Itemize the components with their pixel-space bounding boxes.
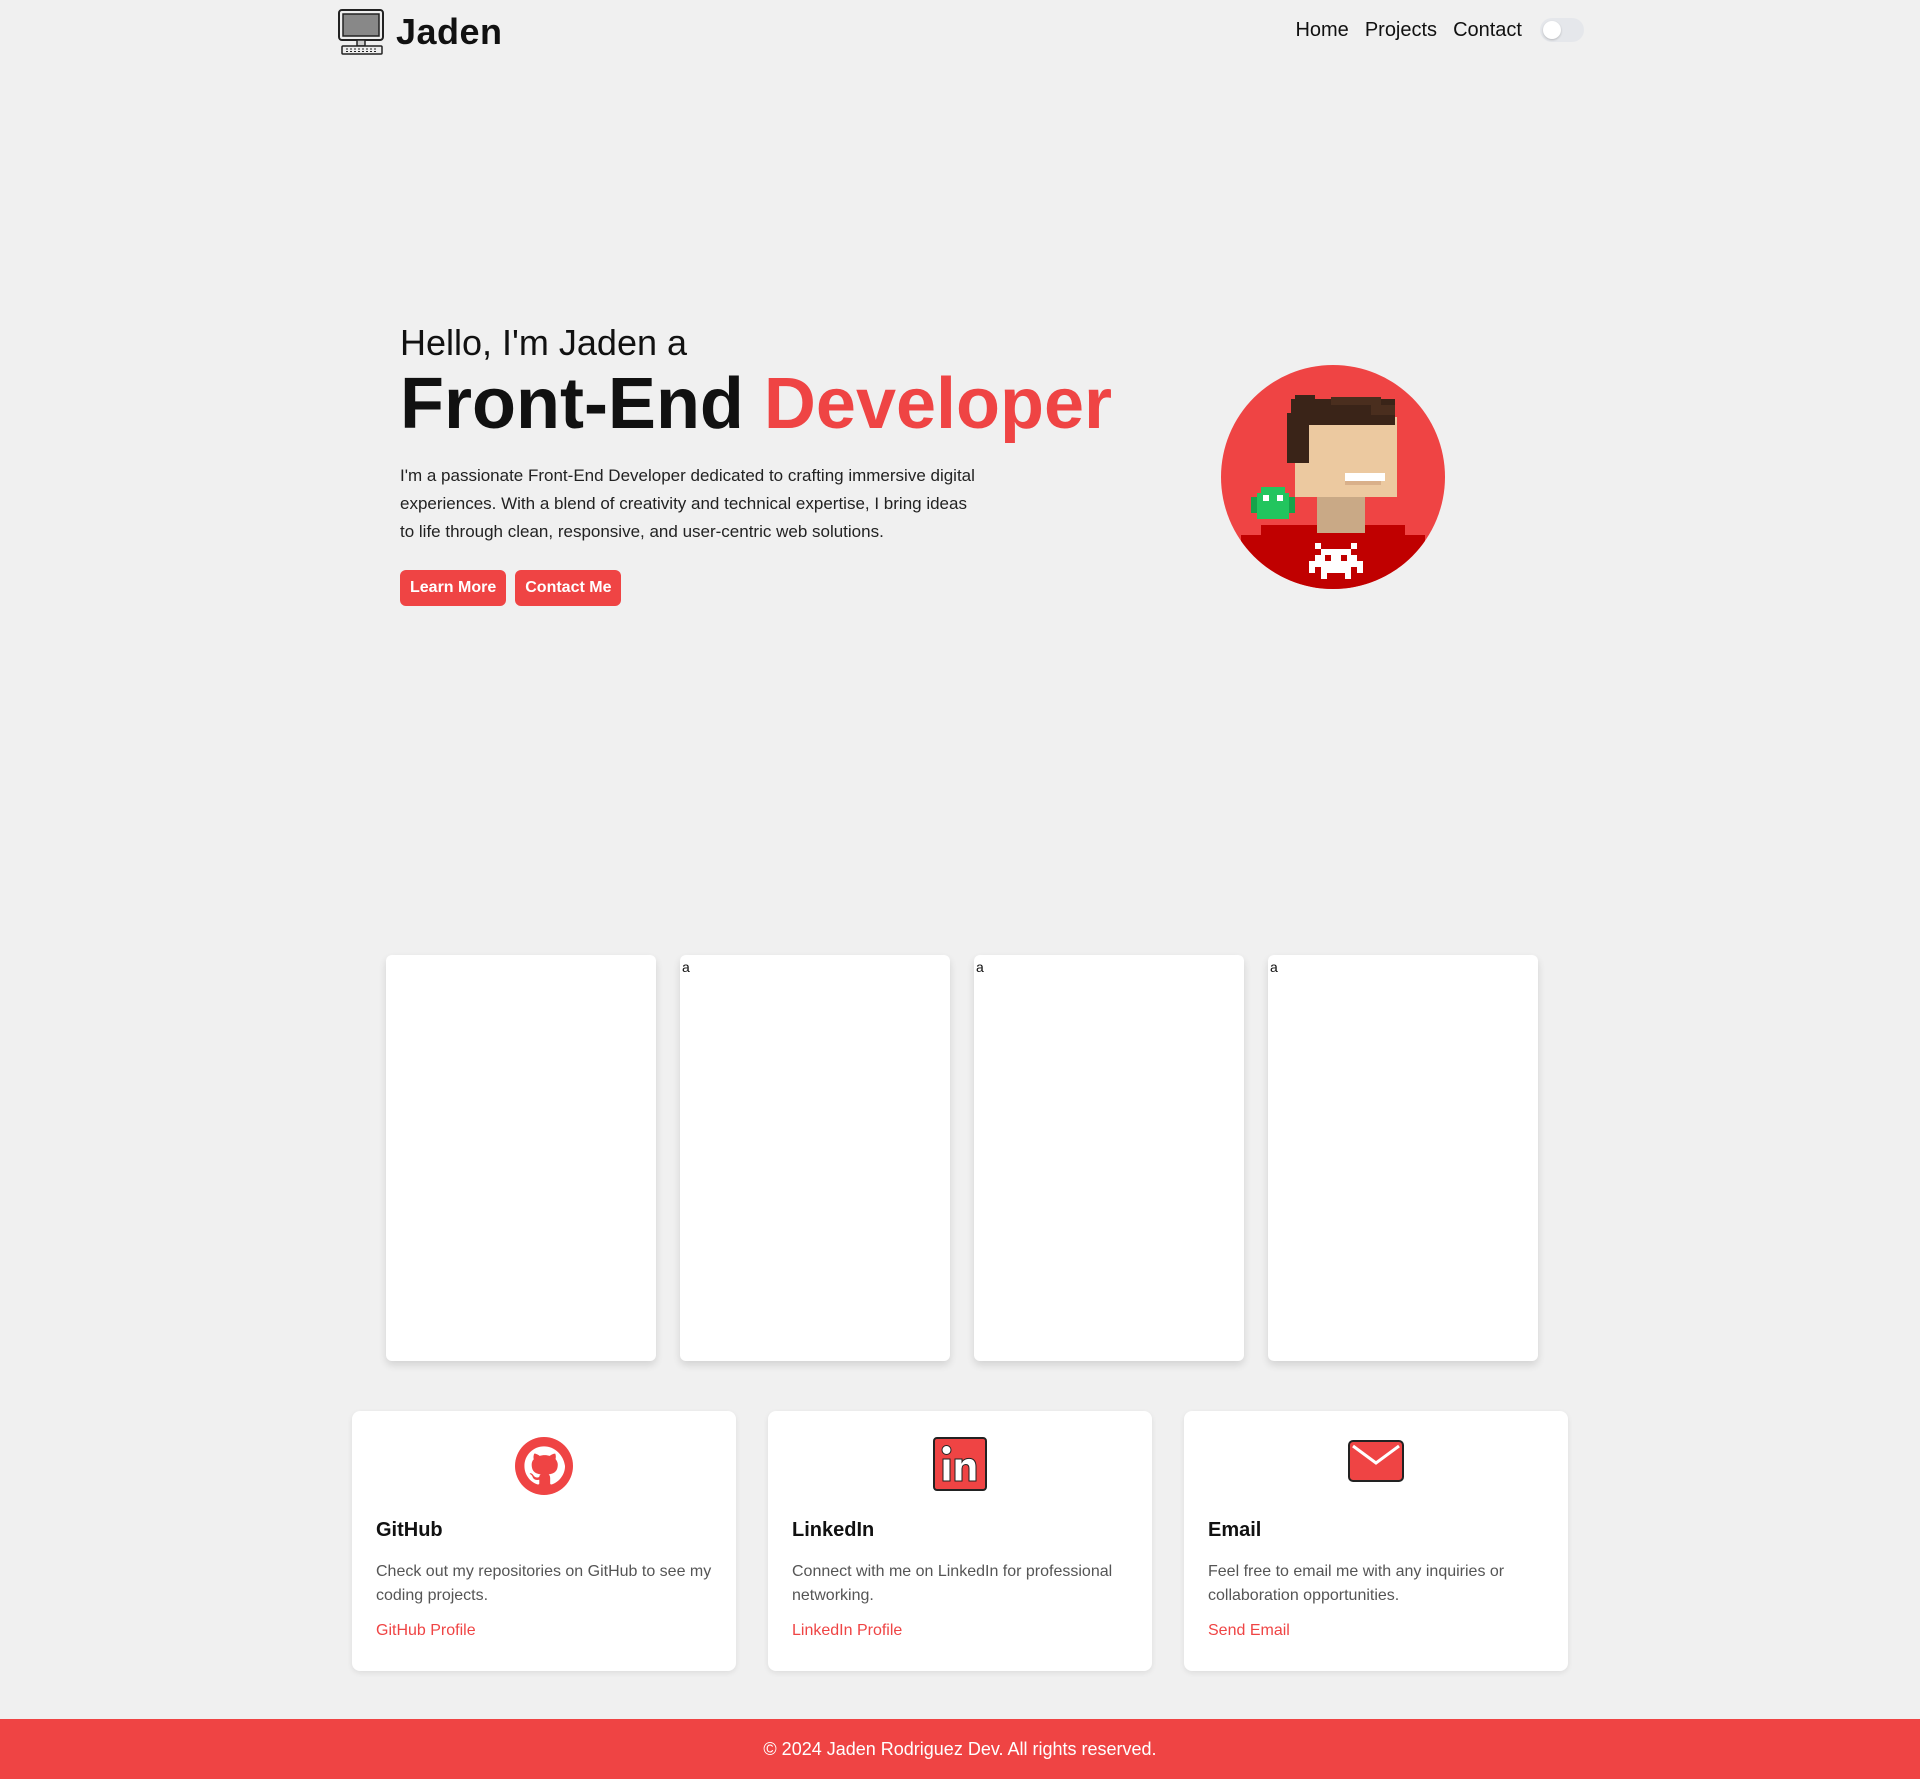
project-card[interactable] — [386, 955, 656, 1361]
project-card[interactable]: a — [1268, 955, 1538, 1361]
project-card-text: a — [682, 959, 690, 975]
hero-title: Front-End Developer — [400, 364, 1112, 444]
hero-buttons: Learn More Contact Me — [400, 569, 1080, 606]
project-card-text: a — [976, 959, 984, 975]
hero-title-accent: Developer — [763, 364, 1113, 444]
contact-card-linkedin: LinkedIn Connect with me on LinkedIn for… — [768, 1411, 1152, 1671]
project-card[interactable]: a — [974, 955, 1244, 1361]
hero-title-main: Front-End — [400, 364, 744, 444]
main-nav: Home Projects Contact — [1295, 18, 1584, 42]
pixel-avatar-icon — [1221, 365, 1445, 589]
footer-copyright: © 2024 Jaden Rodriguez Dev. All rights r… — [763, 1738, 1157, 1759]
contact-section: GitHub Check out my repositories on GitH… — [352, 1411, 1568, 1671]
nav-projects-link[interactable]: Projects — [1365, 19, 1437, 42]
theme-toggle[interactable] — [1540, 18, 1584, 42]
learn-more-button[interactable]: Learn More — [400, 569, 507, 606]
computer-icon — [338, 9, 384, 55]
hero-description: I'm a passionate Front-End Developer ded… — [400, 465, 975, 541]
contact-card-description: Connect with me on LinkedIn for professi… — [792, 1563, 1113, 1604]
contact-card-email: Email Feel free to email me with any inq… — [1184, 1411, 1568, 1671]
project-card-text: a — [1270, 959, 1278, 975]
linkedin-profile-link[interactable]: LinkedIn Profile — [792, 1622, 1128, 1640]
contact-card-description: Check out my repositories on GitHub to s… — [376, 1563, 712, 1604]
site-header: Jaden Home Projects Contact — [0, 0, 1920, 68]
project-card[interactable]: a — [680, 955, 950, 1361]
contact-card-title: GitHub — [376, 1519, 443, 1541]
nav-home-link[interactable]: Home — [1295, 19, 1348, 42]
contact-card-title: LinkedIn — [792, 1519, 875, 1541]
contact-card-github: GitHub Check out my repositories on GitH… — [352, 1411, 736, 1671]
contact-card-description: Feel free to email me with any inquiries… — [1208, 1563, 1505, 1604]
hero-text: Hello, I'm Jaden a Front-End Developer I… — [400, 322, 1112, 606]
send-email-link[interactable]: Send Email — [1208, 1622, 1544, 1640]
logo[interactable]: Jaden — [336, 8, 503, 56]
email-icon — [1348, 1440, 1404, 1482]
theme-toggle-knob — [1543, 21, 1561, 39]
nav-contact-link[interactable]: Contact — [1453, 19, 1522, 42]
site-footer: © 2024 Jaden Rodriguez Dev. All rights r… — [0, 1719, 1920, 1779]
hero-greeting: Hello, I'm Jaden a — [400, 322, 688, 363]
projects-section: a a a — [386, 955, 1538, 1361]
logo-text: Jaden — [396, 11, 503, 52]
github-profile-link[interactable]: GitHub Profile — [376, 1622, 712, 1640]
linkedin-icon — [933, 1437, 987, 1491]
contact-me-button[interactable]: Contact Me — [515, 569, 622, 606]
github-icon — [515, 1437, 573, 1495]
contact-card-title: Email — [1208, 1519, 1262, 1541]
